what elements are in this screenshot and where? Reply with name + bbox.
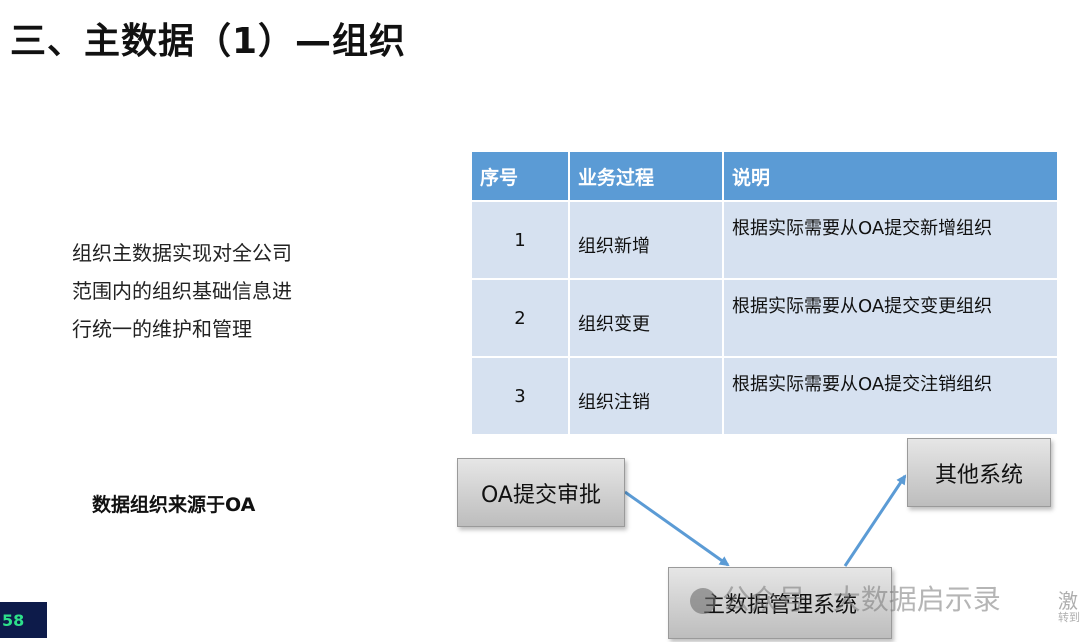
oa-approval-box: OA提交审批 <box>457 458 625 527</box>
watermark-side-char: 激 <box>1058 589 1078 613</box>
flow-arrows <box>624 474 907 567</box>
other-systems-box: 其他系统 <box>907 438 1051 507</box>
arrow-oa-to-master <box>624 490 730 567</box>
master-data-system-box: 主数据管理系统 <box>668 567 892 639</box>
arrow-master-to-other <box>843 474 907 567</box>
watermark-side-small: 转到 <box>1058 611 1080 624</box>
watermark-side: 激 转到 <box>1058 590 1080 624</box>
page-number: 58 <box>0 602 47 638</box>
